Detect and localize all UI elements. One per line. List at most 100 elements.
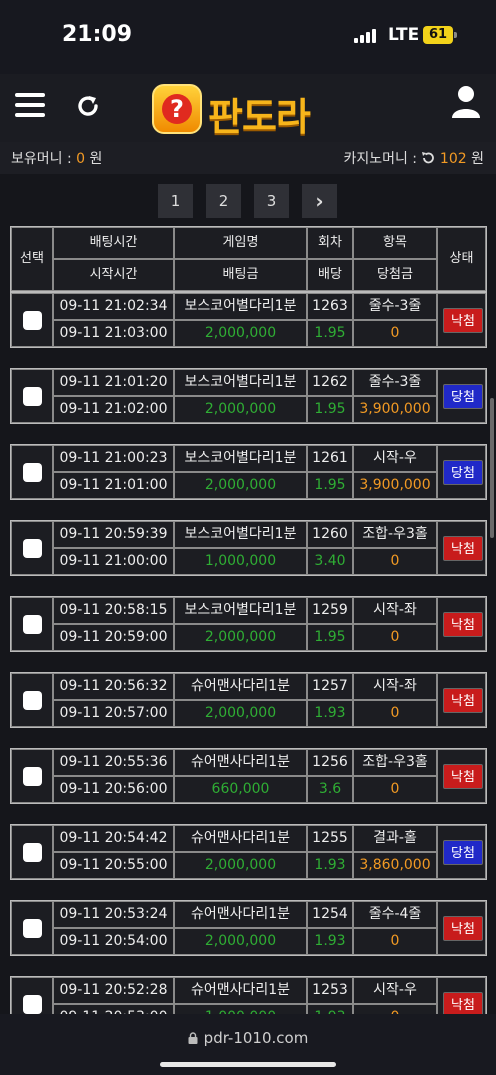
casino-money: 카지노머니 : 102 원	[343, 151, 484, 167]
bet-amount-cell: 2,000,000	[174, 624, 307, 651]
bet-time-cell: 09-11 20:55:36	[53, 749, 174, 776]
game-name-cell: 슈어맨사다리1분	[174, 977, 307, 1004]
page-2-button[interactable]: 2	[206, 184, 241, 218]
game-name-cell: 보스코어별다리1분	[174, 521, 307, 548]
bet-amount-cell: 2,000,000	[174, 700, 307, 727]
round-cell: 1260	[307, 521, 353, 548]
header-bet-amount: 배팅금	[174, 259, 307, 291]
url-text: pdr-1010.com	[203, 1029, 309, 1047]
start-time-cell: 09-11 21:00:00	[53, 548, 174, 575]
start-time-cell: 09-11 20:56:00	[53, 776, 174, 803]
odds-cell: 3.40	[307, 548, 353, 575]
select-cell	[11, 521, 53, 575]
win-amount-cell: 0	[353, 928, 437, 955]
header-odds: 배당	[307, 259, 353, 291]
browser-bottom-bar: pdr-1010.com	[0, 1014, 496, 1075]
user-icon[interactable]	[450, 84, 482, 120]
win-amount-cell: 0	[353, 700, 437, 727]
address-bar[interactable]: pdr-1010.com	[0, 1029, 496, 1047]
bet-amount-cell: 660,000	[174, 776, 307, 803]
state-badge: 낙첨	[443, 612, 483, 637]
status-bar: 21:09 LTE 61	[0, 0, 496, 74]
win-amount-cell: 0	[353, 320, 437, 347]
select-cell	[11, 293, 53, 347]
network-label: LTE	[388, 25, 420, 45]
header-start-time: 시작시간	[53, 259, 174, 291]
bet-amount-cell: 2,000,000	[174, 472, 307, 499]
table-row: 09-11 20:58:15 09-11 20:59:00 보스코어별다리1분 2,0…	[10, 596, 487, 652]
item-cell: 줄수-4줄	[353, 901, 437, 928]
odds-cell: 1.93	[307, 700, 353, 727]
start-time-cell: 09-11 20:57:00	[53, 700, 174, 727]
table-row: 09-11 21:01:20 09-11 21:02:00 보스코어별다리1분 2,0…	[10, 368, 487, 424]
state-badge: 낙첨	[443, 916, 483, 941]
game-name-cell: 보스코어별다리1분	[174, 597, 307, 624]
casino-refresh-icon[interactable]	[421, 151, 435, 165]
state-badge: 낙첨	[443, 764, 483, 789]
odds-cell: 1.95	[307, 472, 353, 499]
item-cell: 줄수-3줄	[353, 369, 437, 396]
item-cell: 시작-좌	[353, 673, 437, 700]
scrollbar[interactable]	[490, 398, 494, 538]
bet-amount-cell: 2,000,000	[174, 928, 307, 955]
select-cell	[11, 901, 53, 955]
table-row: 09-11 20:56:32 09-11 20:57:00 슈어맨사다리1분 2,00…	[10, 672, 487, 728]
win-amount-cell: 3,900,000	[353, 472, 437, 499]
bet-time-cell: 09-11 21:02:34	[53, 293, 174, 320]
page-3-button[interactable]: 3	[254, 184, 289, 218]
game-name-cell: 슈어맨사다리1분	[174, 901, 307, 928]
round-cell: 1261	[307, 445, 353, 472]
game-name-cell: 슈어맨사다리1분	[174, 825, 307, 852]
logo-badge-icon: ?	[152, 84, 202, 134]
start-time-cell: 09-11 20:59:00	[53, 624, 174, 651]
state-badge: 낙첨	[443, 688, 483, 713]
start-time-cell: 09-11 20:54:00	[53, 928, 174, 955]
refresh-icon[interactable]	[74, 92, 102, 120]
held-money: 보유머니 : 0 원	[11, 151, 103, 167]
header-game: 게임명	[174, 227, 307, 259]
table-row: 09-11 20:55:36 09-11 20:56:00 슈어맨사다리1분 660,…	[10, 748, 487, 804]
bet-amount-cell: 2,000,000	[174, 396, 307, 423]
start-time-cell: 09-11 21:02:00	[53, 396, 174, 423]
state-badge: 당첨	[443, 840, 483, 865]
select-cell	[11, 749, 53, 803]
page-1-button[interactable]: 1	[158, 184, 193, 218]
item-cell: 결과-홀	[353, 825, 437, 852]
state-badge: 낙첨	[443, 536, 483, 561]
clock: 21:09	[62, 22, 133, 47]
app-header: ? 판도라	[0, 74, 496, 142]
select-cell	[11, 825, 53, 879]
bet-time-cell: 09-11 20:53:24	[53, 901, 174, 928]
item-cell: 조합-우3홀	[353, 749, 437, 776]
header-select: 선택	[11, 227, 53, 291]
round-cell: 1255	[307, 825, 353, 852]
bet-time-cell: 09-11 21:01:20	[53, 369, 174, 396]
round-cell: 1262	[307, 369, 353, 396]
item-cell: 조합-우3홀	[353, 521, 437, 548]
bet-amount-cell: 2,000,000	[174, 320, 307, 347]
bet-time-cell: 09-11 20:52:28	[53, 977, 174, 1004]
table-row: 09-11 20:54:42 09-11 20:55:00 슈어맨사다리1분 2,00…	[10, 824, 487, 880]
win-amount-cell: 0	[353, 624, 437, 651]
start-time-cell: 09-11 21:01:00	[53, 472, 174, 499]
signal-icon	[354, 29, 378, 43]
odds-cell: 1.95	[307, 320, 353, 347]
bet-amount-cell: 1,000,000	[174, 548, 307, 575]
next-page-button[interactable]: ›	[302, 184, 337, 218]
round-cell: 1256	[307, 749, 353, 776]
odds-cell: 1.93	[307, 852, 353, 879]
header-state: 상태	[437, 227, 486, 291]
select-cell	[11, 673, 53, 727]
casino-money-value: 102	[439, 151, 467, 167]
table-row: 09-11 21:02:34 09-11 21:03:00 보스코어별다리1분 2,0…	[10, 292, 487, 348]
game-name-cell: 슈어맨사다리1분	[174, 749, 307, 776]
logo[interactable]: ? 판도라	[152, 82, 344, 139]
odds-cell: 1.95	[307, 624, 353, 651]
menu-icon[interactable]	[15, 93, 45, 117]
game-name-cell: 슈어맨사다리1분	[174, 673, 307, 700]
bet-time-cell: 09-11 20:56:32	[53, 673, 174, 700]
game-name-cell: 보스코어별다리1분	[174, 445, 307, 472]
game-name-cell: 보스코어별다리1분	[174, 369, 307, 396]
state-badge: 당첨	[443, 384, 483, 409]
home-indicator[interactable]	[160, 1062, 336, 1067]
